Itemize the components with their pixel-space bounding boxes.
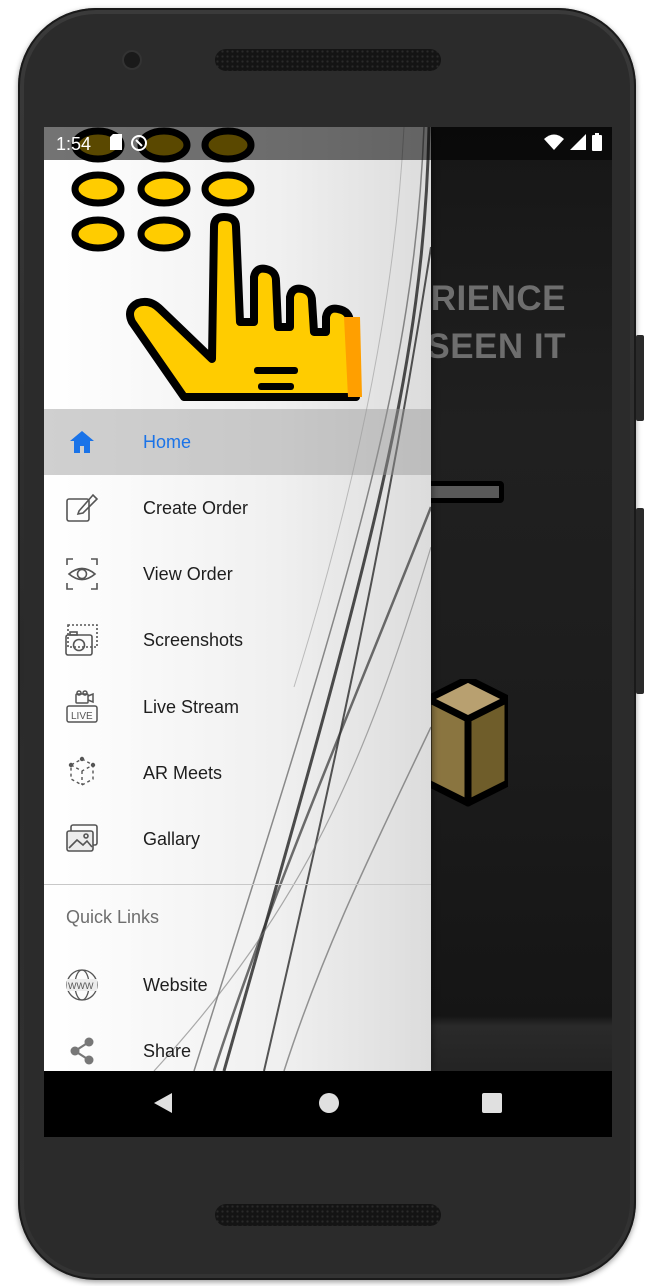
signal-icon — [570, 134, 586, 150]
bottom-speaker — [215, 1204, 441, 1226]
system-navigation-bar — [44, 1071, 612, 1137]
share-icon — [65, 1034, 99, 1068]
nav-item-share[interactable]: Share — [44, 1018, 431, 1071]
nav-label-create-order: Create Order — [143, 497, 249, 518]
nav-label-screenshots: Screenshots — [143, 629, 244, 650]
nav-item-gallary[interactable]: Gallary — [44, 806, 431, 872]
recents-button[interactable] — [481, 1091, 503, 1115]
nav-item-screenshots[interactable]: Screenshots — [44, 607, 431, 673]
background-box-icon — [428, 679, 508, 807]
nav-item-create-order[interactable]: Create Order — [44, 475, 431, 541]
nav-label-live-stream: Live Stream — [143, 696, 240, 717]
drawer-divider — [44, 884, 431, 885]
status-system-icons — [544, 133, 602, 151]
ar-cube-icon — [65, 756, 99, 790]
nav-label-home: Home — [143, 431, 192, 452]
www-globe-icon: WWW — [65, 968, 99, 1002]
home-button[interactable] — [317, 1091, 341, 1115]
camera-icon — [65, 623, 99, 657]
background-button — [424, 481, 504, 503]
nav-item-website[interactable]: WWW Website — [44, 952, 431, 1018]
status-time: 1:54 — [56, 134, 92, 154]
sd-card-icon — [110, 134, 122, 150]
home-icon — [65, 425, 99, 459]
eye-icon — [65, 557, 99, 591]
nav-item-home[interactable]: Home — [44, 409, 431, 475]
live-stream-icon: LIVE — [65, 690, 99, 724]
nav-label-gallary: Gallary — [143, 828, 201, 849]
nav-label-share: Share — [143, 1040, 192, 1061]
nav-label-website: Website — [143, 974, 208, 995]
nav-item-live-stream[interactable]: LIVE Live Stream — [44, 674, 431, 740]
svg-text:WWW: WWW — [68, 981, 94, 991]
edit-icon — [65, 491, 99, 525]
navigation-drawer: Home Create Order View Order Screenshots… — [44, 127, 431, 1071]
battery-icon — [592, 133, 602, 151]
status-bar: 1:54 — [44, 127, 612, 160]
top-speaker — [215, 49, 441, 71]
notification-circle-icon — [131, 135, 147, 151]
nav-label-ar-meets: AR Meets — [143, 762, 223, 783]
power-button — [636, 335, 644, 421]
nav-item-ar-meets[interactable]: AR Meets — [44, 740, 431, 806]
nav-item-view-order[interactable]: View Order — [44, 541, 431, 607]
volume-button — [636, 508, 644, 694]
wifi-icon — [544, 134, 564, 150]
back-button[interactable] — [152, 1091, 174, 1115]
nav-label-view-order: View Order — [143, 563, 233, 584]
svg-text:LIVE: LIVE — [71, 711, 93, 722]
front-camera — [124, 52, 140, 68]
screen: ERIENCE SEEN IT 1:54 Home Create Order V… — [44, 127, 612, 1137]
gallery-icon — [65, 822, 99, 856]
app-logo-icon — [71, 127, 362, 401]
status-notification-icons — [110, 134, 148, 152]
drawer-header — [44, 127, 431, 409]
quick-links-title: Quick Links — [66, 907, 160, 927]
